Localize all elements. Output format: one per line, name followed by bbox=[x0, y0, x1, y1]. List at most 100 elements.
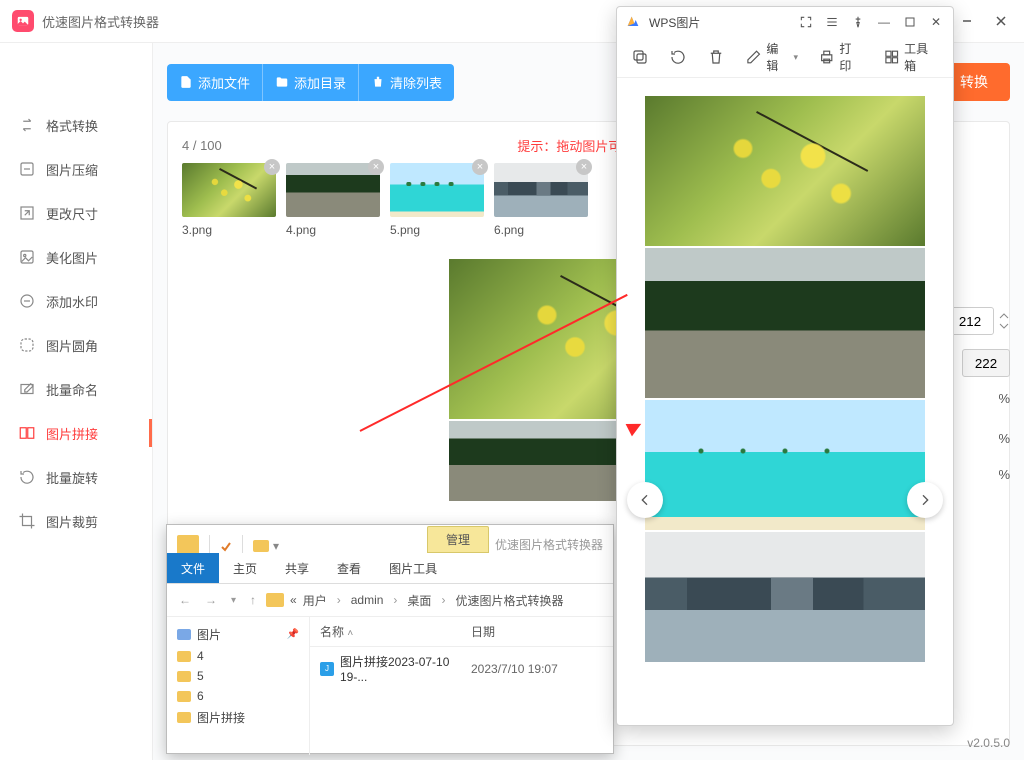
tree-item[interactable]: 4 bbox=[175, 646, 301, 666]
thumb-caption: 4.png bbox=[286, 223, 380, 237]
thumb-remove-icon[interactable]: × bbox=[368, 159, 384, 175]
thumbnail-item[interactable]: ×3.png bbox=[182, 163, 276, 237]
prev-image-button[interactable] bbox=[627, 482, 663, 518]
ribbon-tab-file[interactable]: 文件 bbox=[167, 553, 219, 583]
tree-item[interactable]: 图片📌 bbox=[175, 623, 301, 646]
stepper-1[interactable] bbox=[998, 311, 1010, 331]
pictures-icon bbox=[177, 629, 191, 640]
wps-minimize-button[interactable]: — bbox=[875, 13, 893, 31]
pencil-icon bbox=[745, 48, 762, 66]
clear-list-button[interactable]: 清除列表 bbox=[358, 64, 454, 101]
fullscreen-icon[interactable] bbox=[797, 13, 815, 31]
rotate-icon bbox=[18, 468, 36, 486]
nav-forward-icon[interactable]: → bbox=[201, 593, 221, 607]
tree-item[interactable]: 5 bbox=[175, 666, 301, 686]
copy-icon bbox=[631, 48, 649, 66]
add-file-button[interactable]: 添加文件 bbox=[167, 64, 262, 101]
ribbon-tab-picture-tools[interactable]: 图片工具 bbox=[375, 553, 451, 583]
tree-item[interactable]: 图片拼接 bbox=[175, 706, 301, 729]
thumb-remove-icon[interactable]: × bbox=[264, 159, 280, 175]
crumb-item[interactable]: 优速图片格式转换器 bbox=[455, 592, 563, 609]
sidebar-item-watermark[interactable]: 添加水印 bbox=[0, 279, 152, 323]
crumb-item[interactable]: 桌面 bbox=[407, 592, 431, 609]
thumb-remove-icon[interactable]: × bbox=[576, 159, 592, 175]
wps-titlebar: WPS图片 — ✕ bbox=[617, 7, 953, 37]
beautify-icon bbox=[18, 248, 36, 266]
crumb-item[interactable]: 用户 bbox=[303, 592, 327, 609]
size-input-row bbox=[946, 307, 1010, 335]
explorer-tree: 图片📌 4 5 6 图片拼接 bbox=[167, 617, 310, 755]
jpg-file-icon: J bbox=[320, 662, 334, 676]
wps-close-button[interactable]: ✕ bbox=[927, 13, 945, 31]
explorer-file-list: 名称 ˄ 日期 J 图片拼接2023-07-10 19-... 2023/7/1… bbox=[310, 617, 613, 755]
sidebar-item-rename[interactable]: 批量命名 bbox=[0, 367, 152, 411]
viewer-image bbox=[645, 532, 925, 662]
minimize-button[interactable] bbox=[956, 10, 978, 32]
edit-button[interactable]: 编辑 ▾ bbox=[739, 36, 804, 78]
sidebar-item-beautify[interactable]: 美化图片 bbox=[0, 235, 152, 279]
thumbnail-item[interactable]: ×6.png bbox=[494, 163, 588, 237]
size-input-2[interactable] bbox=[962, 349, 1010, 377]
col-date[interactable]: 日期 bbox=[461, 617, 613, 646]
print-button[interactable]: 打印 bbox=[812, 36, 869, 78]
sidebar-item-rounded[interactable]: 图片圆角 bbox=[0, 323, 152, 367]
nav-back-icon[interactable]: ← bbox=[175, 593, 195, 607]
sidebar-item-resize[interactable]: 更改尺寸 bbox=[0, 191, 152, 235]
sidebar-item-label: 图片压缩 bbox=[46, 160, 98, 179]
ribbon-tab-home[interactable]: 主页 bbox=[219, 553, 271, 583]
sidebar-item-compress[interactable]: 图片压缩 bbox=[0, 147, 152, 191]
tree-item[interactable]: 6 bbox=[175, 686, 301, 706]
chevron-up-icon bbox=[998, 311, 1010, 321]
nav-up-icon[interactable]: ↑ bbox=[246, 593, 260, 607]
add-folder-button[interactable]: 添加目录 bbox=[262, 64, 358, 101]
nav-recent-dropdown[interactable]: ▾ bbox=[227, 595, 240, 606]
wps-image-window: WPS图片 — ✕ 编辑 ▾ 打印 工具箱 bbox=[616, 6, 954, 726]
explorer-manage-tab[interactable]: 管理 bbox=[427, 526, 489, 553]
sidebar-item-rotate[interactable]: 批量旋转 bbox=[0, 455, 152, 499]
swap-icon bbox=[18, 116, 36, 134]
col-name[interactable]: 名称 ˄ bbox=[310, 617, 461, 646]
thumbnail-item[interactable]: ×4.png bbox=[286, 163, 380, 237]
explorer-breadcrumb: ← → ▾ ↑ « 用户› admin› 桌面› 优速图片格式转换器 bbox=[167, 584, 613, 617]
copy-button[interactable] bbox=[625, 44, 655, 70]
thumb-remove-icon[interactable]: × bbox=[472, 159, 488, 175]
wps-toolbar: 编辑 ▾ 打印 工具箱 bbox=[617, 37, 953, 78]
file-date: 2023/7/10 19:07 bbox=[471, 662, 603, 676]
rename-icon bbox=[18, 380, 36, 398]
sidebar-item-format[interactable]: 格式转换 bbox=[0, 103, 152, 147]
toolbox-button[interactable]: 工具箱 bbox=[877, 36, 945, 78]
sidebar-item-label: 批量命名 bbox=[46, 380, 98, 399]
thumb-image: × bbox=[390, 163, 484, 217]
pin-icon: 📌 bbox=[287, 629, 299, 640]
quickbar-folder-dropdown[interactable]: ▾ bbox=[253, 539, 279, 553]
rotate-button[interactable] bbox=[663, 44, 693, 70]
sidebar-item-stitch[interactable]: 图片拼接 bbox=[0, 411, 152, 455]
thumb-image: × bbox=[182, 163, 276, 217]
ribbon-tab-view[interactable]: 查看 bbox=[323, 553, 375, 583]
app-logo-icon bbox=[12, 10, 34, 32]
compress-icon bbox=[18, 160, 36, 178]
sidebar-item-crop[interactable]: 图片裁剪 bbox=[0, 499, 152, 543]
next-image-button[interactable] bbox=[907, 482, 943, 518]
rotate-ccw-icon bbox=[669, 48, 687, 66]
chevron-left-icon bbox=[637, 492, 653, 508]
close-button[interactable] bbox=[990, 10, 1012, 32]
crumb-item[interactable]: admin bbox=[351, 593, 384, 607]
wps-image-stack bbox=[645, 96, 925, 662]
folder-icon[interactable] bbox=[177, 535, 199, 553]
thumbnail-item[interactable]: ×5.png bbox=[390, 163, 484, 237]
menu-icon[interactable] bbox=[823, 13, 841, 31]
sidebar-item-label: 批量旋转 bbox=[46, 468, 98, 487]
file-name: 图片拼接2023-07-10 19-... bbox=[340, 653, 465, 684]
quickbar-check[interactable] bbox=[220, 541, 232, 553]
wps-viewer bbox=[617, 78, 953, 725]
file-row[interactable]: J 图片拼接2023-07-10 19-... 2023/7/10 19:07 bbox=[310, 647, 613, 690]
wps-maximize-button[interactable] bbox=[901, 13, 919, 31]
folder-icon bbox=[177, 691, 191, 702]
delete-button[interactable] bbox=[701, 44, 731, 70]
wps-title: WPS图片 bbox=[649, 14, 700, 31]
ribbon-tab-share[interactable]: 共享 bbox=[271, 553, 323, 583]
thumb-image: × bbox=[494, 163, 588, 217]
pin-icon[interactable] bbox=[849, 13, 867, 31]
count-label: 4 / 100 bbox=[182, 138, 222, 153]
